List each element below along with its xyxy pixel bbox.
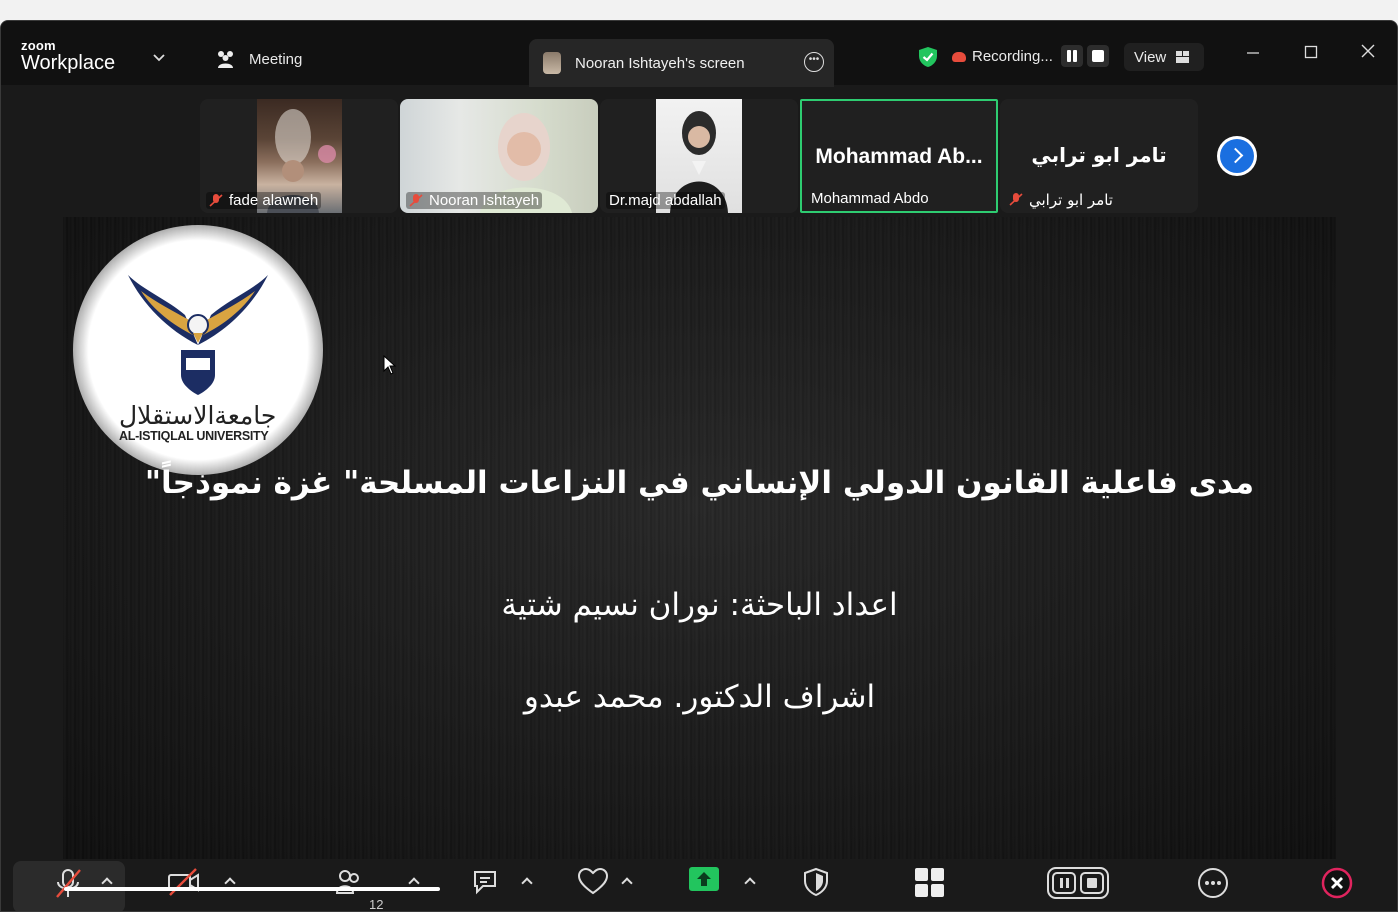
view-button[interactable]: View [1124, 43, 1204, 71]
cloud-record-icon [952, 51, 966, 62]
participant-tile[interactable]: fade alawneh [200, 99, 398, 213]
minimize-icon[interactable] [1245, 43, 1261, 64]
presenter-avatar [543, 52, 561, 74]
slide-author: اعداد الباحثة: نوران نسيم شتية [501, 587, 898, 623]
recording-label: Recording... [972, 48, 1053, 65]
participants-count: 12 [369, 897, 384, 912]
brand-zoom: zoom [21, 38, 56, 53]
next-page-icon[interactable] [1217, 136, 1257, 176]
participant-name-text: Mohammad Abdo [811, 190, 929, 207]
slide-supervisor: اشراف الدكتور. محمد عبدو [523, 679, 876, 715]
pause-recording-icon[interactable] [1061, 45, 1083, 67]
participant-name: تامر ابو ترابي [1006, 191, 1116, 209]
logo-arabic-text: جامعةالاستقلال [119, 401, 277, 430]
participant-name-text: تامر ابو ترابي [1029, 191, 1113, 209]
participant-display-name: Mohammad Ab... [815, 145, 983, 168]
app-brand[interactable]: zoom Workplace [21, 39, 115, 74]
record-controls-icon[interactable] [1047, 867, 1109, 904]
shield-check-icon[interactable] [918, 46, 938, 73]
screen-share-tab[interactable]: Nooran Ishtayeh's screen ••• [529, 39, 834, 87]
mic-muted-icon [1009, 193, 1023, 206]
recording-indicator[interactable]: Recording... [952, 48, 1053, 65]
chat-icon[interactable] [471, 867, 501, 902]
mic-muted-icon [409, 193, 423, 207]
recording-controls [1061, 45, 1111, 69]
desktop-strip [0, 0, 1398, 20]
participant-name: Dr.majd abdallah [606, 192, 725, 209]
grid-view-icon [1176, 51, 1190, 63]
meeting-tab[interactable]: Meeting [215, 49, 302, 69]
people-icon [215, 49, 237, 69]
participant-name-text: Nooran Ishtayeh [429, 192, 540, 209]
react-options-chevron-icon[interactable] [621, 877, 633, 889]
mouse-cursor-icon [383, 354, 397, 380]
close-window-icon[interactable] [1360, 43, 1376, 64]
participants-icon[interactable] [335, 867, 361, 900]
apps-grid-icon[interactable] [914, 867, 946, 904]
meeting-label: Meeting [249, 50, 303, 68]
view-label: View [1134, 48, 1167, 66]
participant-name-text: fade alawneh [229, 192, 319, 209]
brand-workplace: Workplace [21, 52, 116, 74]
chevron-down-icon[interactable] [153, 51, 165, 65]
participant-tile[interactable]: تامر ابو ترابي تامر ابو ترابي [1000, 99, 1198, 213]
participant-name: fade alawneh [206, 192, 322, 209]
end-meeting-icon[interactable] [1321, 867, 1353, 904]
maximize-icon[interactable] [1303, 43, 1319, 64]
chat-options-chevron-icon[interactable] [521, 877, 533, 889]
slide-title: مدى فاعلية القانون الدولي الإنساني في ال… [144, 465, 1255, 501]
shared-screen: جامعةالاستقلال AL-ISTIQLAL UNIVERSITY مد… [63, 217, 1336, 859]
more-options-icon[interactable]: ••• [804, 52, 824, 72]
title-bar: zoom Workplace Meeting Nooran Ishtayeh's… [1, 21, 1397, 87]
react-heart-icon[interactable] [577, 867, 609, 900]
mic-muted-icon [209, 193, 223, 207]
share-screen-icon[interactable] [689, 867, 719, 898]
loading-progress-bar [64, 887, 440, 891]
share-options-chevron-icon[interactable] [744, 877, 756, 889]
stop-recording-icon[interactable] [1087, 45, 1109, 67]
logo-english-text: AL-ISTIQLAL UNIVERSITY [119, 429, 269, 443]
more-options-icon[interactable] [1197, 867, 1229, 904]
meeting-toolbar: 12 [1, 859, 1397, 912]
participant-name: Mohammad Abdo [808, 190, 932, 207]
participant-display-name: تامر ابو ترابي [1031, 143, 1167, 167]
participant-tile-active-speaker[interactable]: Mohammad Ab... Mohammad Abdo [800, 99, 998, 213]
participant-tile[interactable]: Nooran Ishtayeh [400, 99, 598, 213]
participant-name-text: Dr.majd abdallah [609, 192, 722, 209]
screen-tab-label: Nooran Ishtayeh's screen [575, 54, 745, 72]
participant-name: Nooran Ishtayeh [406, 192, 543, 209]
video-off-icon[interactable] [167, 867, 201, 902]
participant-tile[interactable]: Dr.majd abdallah [600, 99, 798, 213]
participant-strip: fade alawneh Nooran Ishtayeh Dr.majd abd… [200, 99, 1198, 213]
security-shield-icon[interactable] [803, 867, 829, 902]
zoom-window: zoom Workplace Meeting Nooran Ishtayeh's… [0, 20, 1398, 912]
